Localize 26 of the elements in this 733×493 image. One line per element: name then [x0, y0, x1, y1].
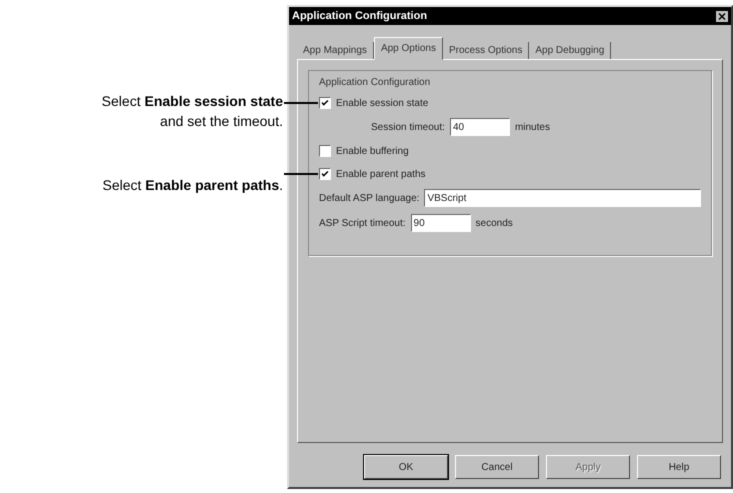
window-title: Application Configuration: [292, 10, 428, 22]
callout-text: and set the timeout.: [160, 112, 283, 131]
field-label: Default ASP language:: [319, 192, 420, 204]
dialog-button[interactable]: OK: [364, 455, 448, 479]
field-label: Session timeout:: [371, 122, 445, 132]
dialog-button[interactable]: Cancel: [455, 455, 539, 479]
tab[interactable]: App Options: [374, 37, 443, 60]
unit-label: minutes: [514, 122, 550, 132]
leader-line: [284, 102, 318, 104]
checkbox[interactable]: [319, 145, 331, 157]
checkbox-label[interactable]: Enable buffering: [336, 146, 409, 156]
field-label: ASP Script timeout:: [319, 218, 406, 228]
checkbox-label[interactable]: Enable parent paths: [336, 168, 426, 180]
input-field[interactable]: 90: [410, 214, 471, 232]
unit-label: seconds: [476, 218, 513, 228]
group-label: Application Configuration: [319, 77, 432, 88]
checkbox-label[interactable]: Enable session state: [336, 98, 428, 108]
input-field[interactable]: VBScript: [424, 189, 701, 207]
callout-text: Select Enable session state: [102, 92, 283, 111]
input-field[interactable]: 40: [450, 118, 510, 136]
callout-text: Select Enable parent paths.: [102, 176, 283, 195]
leader-line: [284, 173, 318, 175]
dialog-button[interactable]: Help: [637, 455, 721, 479]
close-icon[interactable]: [716, 10, 728, 22]
checkbox[interactable]: [319, 97, 331, 109]
checkbox[interactable]: [319, 168, 331, 180]
